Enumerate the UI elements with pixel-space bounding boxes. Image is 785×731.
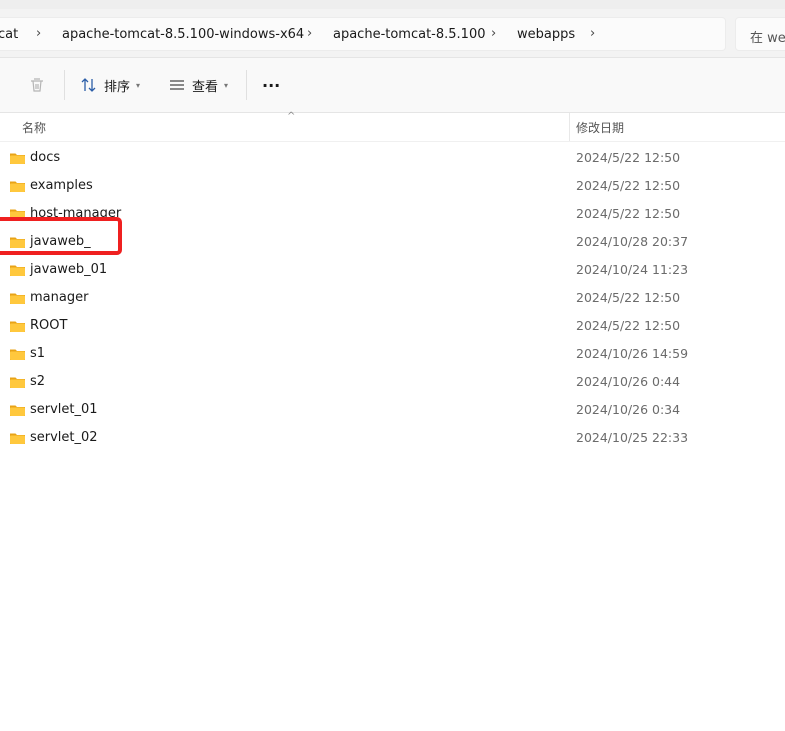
file-row[interactable]: s2 2024/10/26 0:44 — [0, 368, 785, 396]
sort-ascending-icon: ^ — [287, 111, 296, 122]
folder-icon — [10, 433, 25, 444]
file-modified-date: 2024/5/22 12:50 — [576, 206, 681, 221]
command-bar: 排序 ▾ 查看 ▾ ··· — [0, 58, 785, 113]
file-name: s2 — [30, 374, 46, 389]
file-modified-date: 2024/5/22 12:50 — [576, 290, 681, 305]
file-modified-date: 2024/10/28 20:37 — [576, 234, 689, 249]
address-bar: cat › apache-tomcat-8.5.100-windows-x64 … — [0, 9, 785, 58]
column-header-name[interactable]: 名称 — [22, 119, 46, 136]
file-name: manager — [30, 290, 89, 305]
chevron-right-icon[interactable]: › — [590, 26, 595, 41]
file-modified-date: 2024/10/24 11:23 — [576, 262, 689, 277]
sort-label: 排序 — [104, 79, 131, 95]
view-label: 查看 — [192, 79, 219, 95]
folder-icon — [10, 153, 25, 164]
folder-icon — [10, 405, 25, 416]
chevron-down-icon: ▾ — [224, 80, 229, 90]
file-modified-date: 2024/10/26 0:44 — [576, 374, 681, 389]
file-row[interactable]: servlet_02 2024/10/25 22:33 — [0, 424, 785, 452]
file-name: servlet_02 — [30, 430, 98, 445]
breadcrumb-item-tomcat[interactable]: apache-tomcat-8.5.100 — [333, 27, 486, 42]
file-row[interactable]: docs 2024/5/22 12:50 — [0, 144, 785, 172]
folder-icon — [10, 265, 25, 276]
folder-icon — [10, 321, 25, 332]
window-top-strip — [0, 0, 785, 9]
file-modified-date: 2024/5/22 12:50 — [576, 150, 681, 165]
column-header-row: ^ 名称 修改日期 — [0, 111, 785, 142]
search-placeholder: 在 we — [750, 31, 785, 46]
file-modified-date: 2024/5/22 12:50 — [576, 318, 681, 333]
breadcrumb[interactable]: cat › apache-tomcat-8.5.100-windows-x64 … — [0, 17, 726, 51]
file-modified-date: 2024/10/26 14:59 — [576, 346, 689, 361]
file-modified-date: 2024/10/26 0:34 — [576, 402, 681, 417]
folder-icon — [10, 181, 25, 192]
file-row[interactable]: examples 2024/5/22 12:50 — [0, 172, 785, 200]
more-options-button[interactable]: ··· — [262, 71, 280, 99]
trash-icon — [31, 78, 43, 92]
file-row[interactable]: ROOT 2024/5/22 12:50 — [0, 312, 785, 340]
file-name: examples — [30, 178, 93, 193]
file-row[interactable]: manager 2024/5/22 12:50 — [0, 284, 785, 312]
delete-button[interactable] — [28, 71, 46, 99]
chevron-down-icon: ▾ — [136, 80, 141, 90]
file-modified-date: 2024/10/25 22:33 — [576, 430, 689, 445]
breadcrumb-item-webapps[interactable]: webapps — [517, 27, 575, 42]
breadcrumb-item-cat[interactable]: cat — [0, 27, 18, 42]
folder-icon — [10, 293, 25, 304]
file-modified-date: 2024/5/22 12:50 — [576, 178, 681, 193]
view-list-icon — [170, 80, 184, 90]
annotation-highlight-box — [0, 217, 122, 255]
view-button[interactable]: 查看 ▾ — [168, 71, 228, 99]
sort-icon — [81, 78, 96, 92]
toolbar-divider — [246, 70, 247, 100]
file-row[interactable]: javaweb_01 2024/10/24 11:23 — [0, 256, 785, 284]
file-name: ROOT — [30, 318, 68, 333]
folder-icon — [10, 377, 25, 388]
chevron-right-icon[interactable]: › — [307, 26, 312, 41]
file-name: servlet_01 — [30, 402, 98, 417]
file-row[interactable]: s1 2024/10/26 14:59 — [0, 340, 785, 368]
toolbar-divider — [64, 70, 65, 100]
sort-button[interactable]: 排序 ▾ — [80, 71, 140, 99]
file-name: docs — [30, 150, 61, 165]
file-name: s1 — [30, 346, 46, 361]
column-divider[interactable] — [569, 113, 570, 141]
search-input[interactable]: 在 we — [735, 17, 785, 51]
folder-icon — [10, 349, 25, 360]
file-name: javaweb_01 — [30, 262, 108, 277]
file-row[interactable]: servlet_01 2024/10/26 0:34 — [0, 396, 785, 424]
breadcrumb-item-tomcat-windows[interactable]: apache-tomcat-8.5.100-windows-x64 — [62, 27, 304, 42]
chevron-right-icon[interactable]: › — [36, 26, 41, 41]
column-header-modified[interactable]: 修改日期 — [576, 119, 624, 136]
chevron-right-icon[interactable]: › — [491, 26, 496, 41]
